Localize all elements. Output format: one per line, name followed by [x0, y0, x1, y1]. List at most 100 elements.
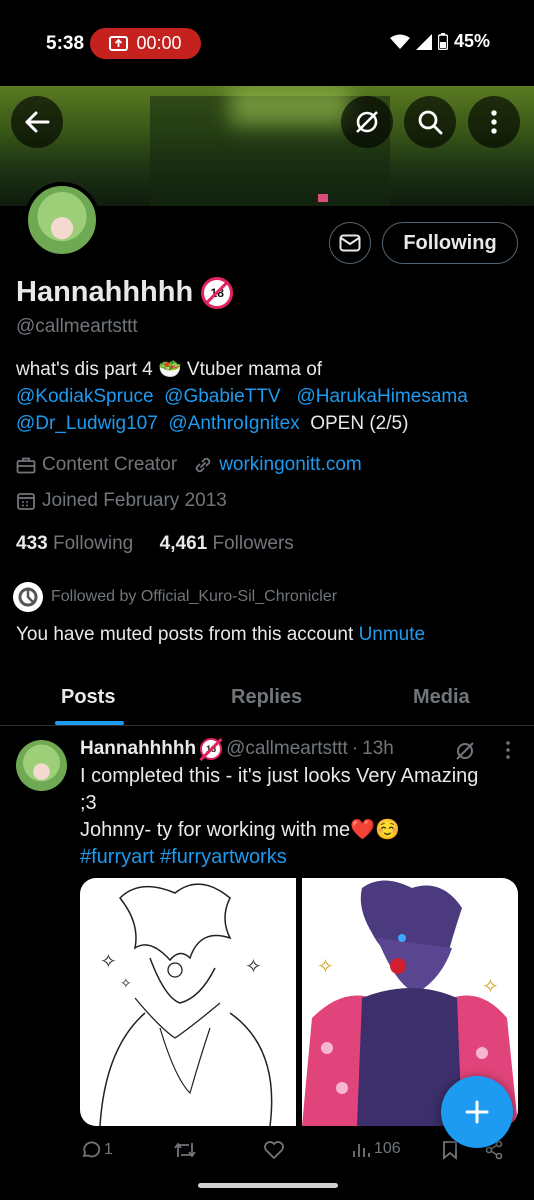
- bio-mention[interactable]: @GbabieTTV: [164, 386, 280, 407]
- follower-avatar: [13, 582, 43, 612]
- profile-joined: Joined February 2013: [42, 490, 227, 511]
- profile-name: Hannahhhhh: [16, 276, 194, 308]
- post-author-name[interactable]: Hannahhhhh: [80, 738, 196, 760]
- tab-replies[interactable]: Replies: [231, 686, 302, 709]
- profile-meta-row: Content Creator workingonitt.com: [16, 454, 362, 476]
- post-author-handle: @callmeartsttt: [226, 738, 348, 759]
- post-avatar[interactable]: [16, 740, 67, 791]
- bio-mention[interactable]: @Dr_Ludwig107: [16, 413, 158, 434]
- message-button[interactable]: [329, 222, 371, 264]
- following-button[interactable]: Following: [382, 222, 518, 264]
- profile-bio: what's dis part 4 🥗 Vtuber mama of @Kodi…: [16, 356, 521, 437]
- unmute-link[interactable]: Unmute: [359, 624, 426, 645]
- post-separator: ·: [351, 738, 359, 759]
- bookmark-icon: [443, 1141, 457, 1160]
- banner-sign-glow: [230, 86, 350, 126]
- like-action[interactable]: [263, 1140, 285, 1160]
- active-tab-indicator: [55, 721, 124, 725]
- profile-category: Content Creator: [42, 454, 178, 475]
- wifi-icon: [389, 34, 410, 49]
- repost-action[interactable]: [173, 1140, 197, 1160]
- more-vert-icon: [491, 110, 497, 134]
- tab-media[interactable]: Media: [413, 686, 470, 709]
- post-hashtags: #furryart #furryartworks: [80, 844, 520, 871]
- reply-icon: [82, 1141, 100, 1158]
- media-image-sketch[interactable]: ✧ ✧ ✧: [80, 878, 296, 1126]
- post-age-badge-text: 18: [206, 744, 217, 754]
- age-restricted-badge: 18: [201, 276, 234, 309]
- bio-mention[interactable]: @AnthroIgnitex: [168, 413, 299, 434]
- followers-label: Followers: [212, 533, 294, 554]
- bio-status: OPEN (2/5): [310, 413, 409, 434]
- svg-text:✧: ✧: [482, 976, 499, 998]
- status-time: 5:38: [46, 33, 85, 54]
- mail-icon: [339, 234, 361, 252]
- back-button[interactable]: [11, 96, 63, 148]
- profile-handle: @callmeartsttt: [16, 316, 138, 337]
- recording-timer: 00:00: [136, 33, 182, 53]
- status-right-group: 45%: [389, 31, 490, 52]
- link-icon: [196, 457, 211, 473]
- battery-icon: [437, 33, 448, 50]
- profile-tabs: Posts Replies Media: [0, 672, 534, 726]
- bio-line-1: what's dis part 4 🥗 Vtuber mama of: [16, 359, 323, 380]
- reply-action[interactable]: 1: [80, 1140, 113, 1160]
- post-loop-icon[interactable]: [454, 740, 476, 762]
- battery-percent: 45%: [453, 31, 490, 51]
- profile-website-link[interactable]: workingonitt.com: [219, 454, 362, 476]
- bio-line-2: @KodiakSpruce @GbabieTTV @HarukaHimesama: [16, 383, 521, 410]
- svg-text:✧: ✧: [317, 956, 334, 978]
- tab-posts[interactable]: Posts: [61, 686, 115, 709]
- post-text-line: Johnny- ty for working with me❤️☺️: [80, 819, 400, 841]
- home-indicator[interactable]: [198, 1183, 338, 1188]
- followers-count: 4,461: [159, 533, 208, 554]
- followed-by-text: Followed by Official_Kuro-Sil_Chronicler: [51, 588, 338, 605]
- plus-icon: [465, 1100, 489, 1124]
- bio-mention[interactable]: @HarukaHimesama: [296, 386, 467, 407]
- post-time: 13h: [362, 738, 394, 759]
- briefcase-icon: [16, 457, 36, 474]
- bookmark-action[interactable]: [442, 1140, 458, 1160]
- svg-text:✧: ✧: [120, 975, 132, 991]
- banner-pink-light: [318, 194, 328, 202]
- following-count-link[interactable]: 433 Following: [16, 533, 133, 554]
- bio-mention[interactable]: @KodiakSpruce: [16, 386, 154, 407]
- post-more-icon[interactable]: [505, 740, 511, 760]
- following-count: 433: [16, 533, 48, 554]
- muted-notice: You have muted posts from this account U…: [16, 624, 425, 646]
- compose-post-button[interactable]: [441, 1076, 513, 1148]
- age-badge-text: 18: [210, 285, 224, 300]
- follow-counts: 433 Following 4,461 Followers: [16, 533, 294, 555]
- post-text-line: I completed this - it's just looks Very …: [80, 765, 479, 787]
- loop-icon: [356, 111, 378, 133]
- heart-icon: [264, 1141, 284, 1160]
- following-label: Following: [52, 533, 134, 554]
- reply-count: 1: [104, 1141, 113, 1158]
- bio-line-3: @Dr_Ludwig107 @AnthroIgnitex OPEN (2/5): [16, 410, 521, 437]
- profile-avatar[interactable]: [24, 182, 100, 258]
- views-action[interactable]: 106: [352, 1140, 401, 1158]
- loop-button[interactable]: [341, 96, 393, 148]
- post-actions: 1 106: [80, 1138, 520, 1166]
- search-button[interactable]: [404, 96, 456, 148]
- followed-by-row[interactable]: Followed by Official_Kuro-Sil_Chronicler: [13, 582, 337, 612]
- muted-text: You have muted posts from this account: [16, 624, 354, 645]
- hashtag-link[interactable]: #furryartworks: [160, 846, 287, 868]
- svg-text:✧: ✧: [100, 951, 117, 973]
- post-header: Hannahhhhh 18 @callmeartsttt · 13h: [80, 738, 394, 760]
- screen-recording-pill[interactable]: 00:00: [90, 28, 201, 59]
- followers-count-link[interactable]: 4,461 Followers: [160, 533, 294, 554]
- signal-icon: [415, 33, 432, 50]
- more-options-button[interactable]: [468, 96, 520, 148]
- calendar-icon: [17, 493, 35, 510]
- post-text: I completed this - it's just looks Very …: [80, 763, 520, 871]
- repost-icon: [174, 1142, 196, 1158]
- profile-name-row: Hannahhhhh 18: [16, 276, 234, 309]
- post-age-badge: 18: [200, 738, 223, 760]
- svg-text:✧: ✧: [245, 956, 262, 978]
- views-count: 106: [374, 1140, 401, 1157]
- hashtag-link[interactable]: #furryart: [80, 846, 154, 868]
- views-icon: [353, 1144, 370, 1157]
- post-text-line: ;3: [80, 792, 97, 814]
- back-arrow-icon: [25, 111, 50, 133]
